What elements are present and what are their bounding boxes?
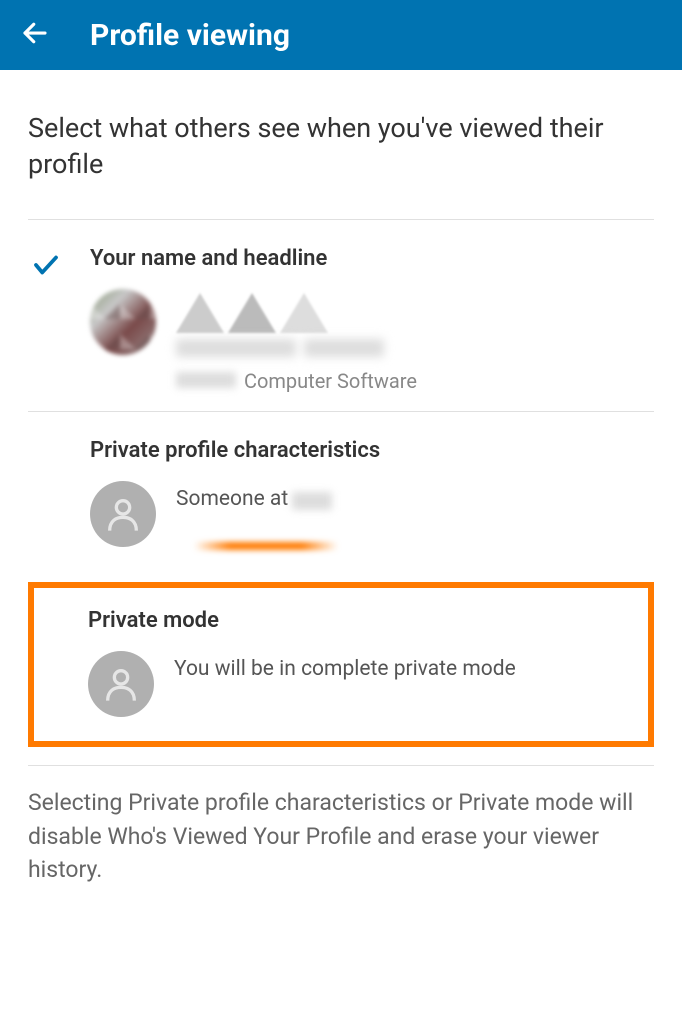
option-text: Computer Software [176, 289, 654, 393]
option-description: Someone at [176, 487, 288, 511]
option-body: Your name and headline Computer Software [90, 246, 654, 393]
page-title: Profile viewing [90, 18, 290, 53]
option-body: Private profile characteristics Someone … [90, 438, 654, 550]
profile-subtitle-row: Computer Software [176, 369, 654, 393]
option-text: You will be in complete private mode [174, 651, 594, 684]
option-name-headline[interactable]: Your name and headline Computer Software [28, 220, 654, 411]
option-description: You will be in complete private mode [174, 655, 594, 684]
person-icon [90, 481, 156, 547]
computer-software-text: Computer Software [244, 369, 417, 393]
content-area: Select what others see when you've viewe… [0, 70, 682, 766]
option-private-characteristics[interactable]: Private profile characteristics Someone … [28, 412, 654, 568]
option-text: Someone at [176, 481, 654, 550]
checkmark-icon [31, 250, 61, 284]
check-column [28, 246, 64, 284]
redacted-headline [176, 339, 654, 361]
option-title: Your name and headline [90, 246, 654, 271]
disclaimer-text: Selecting Private profile characteristic… [0, 766, 682, 886]
check-column [28, 438, 64, 442]
page-subtitle: Select what others see when you've viewe… [28, 110, 654, 183]
option-title: Private profile characteristics [90, 438, 654, 463]
redacted-orange-strip [176, 542, 356, 550]
person-icon [88, 651, 154, 717]
option-row: Computer Software [90, 289, 654, 393]
redacted-shapes [176, 293, 654, 333]
option-row: Someone at [90, 481, 654, 550]
app-header: Profile viewing [0, 0, 682, 70]
back-arrow-icon[interactable] [20, 18, 50, 52]
option-title: Private mode [88, 608, 594, 633]
avatar [90, 289, 156, 355]
option-private-mode-highlighted[interactable]: Private mode You will be in complete pri… [28, 582, 654, 747]
option-row: You will be in complete private mode [88, 651, 594, 717]
